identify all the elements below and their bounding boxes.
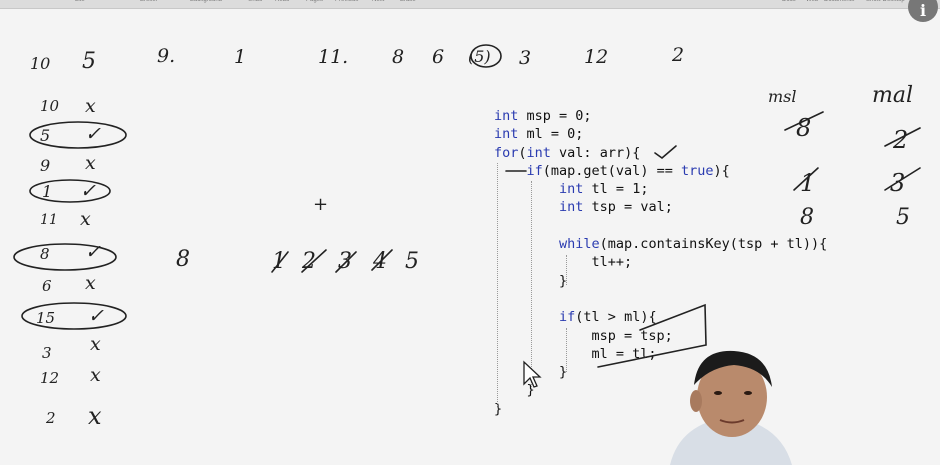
- mouse-cursor-icon: [523, 360, 542, 388]
- check-mark: [654, 145, 677, 160]
- strike-line: [884, 127, 921, 147]
- strike-line: [301, 249, 327, 273]
- circle-mark: [21, 302, 127, 330]
- presenter-webcam: [670, 350, 792, 465]
- strike-line: [371, 249, 393, 271]
- strike-line: [884, 167, 921, 191]
- strike-line: [784, 111, 824, 131]
- strike-line: [271, 251, 289, 273]
- circle-mark: [29, 121, 127, 149]
- circle-mark: [13, 243, 117, 271]
- circle-mark: [470, 44, 502, 68]
- strike-line: [335, 251, 357, 273]
- strike-line: [793, 167, 819, 191]
- circle-mark: [29, 179, 111, 203]
